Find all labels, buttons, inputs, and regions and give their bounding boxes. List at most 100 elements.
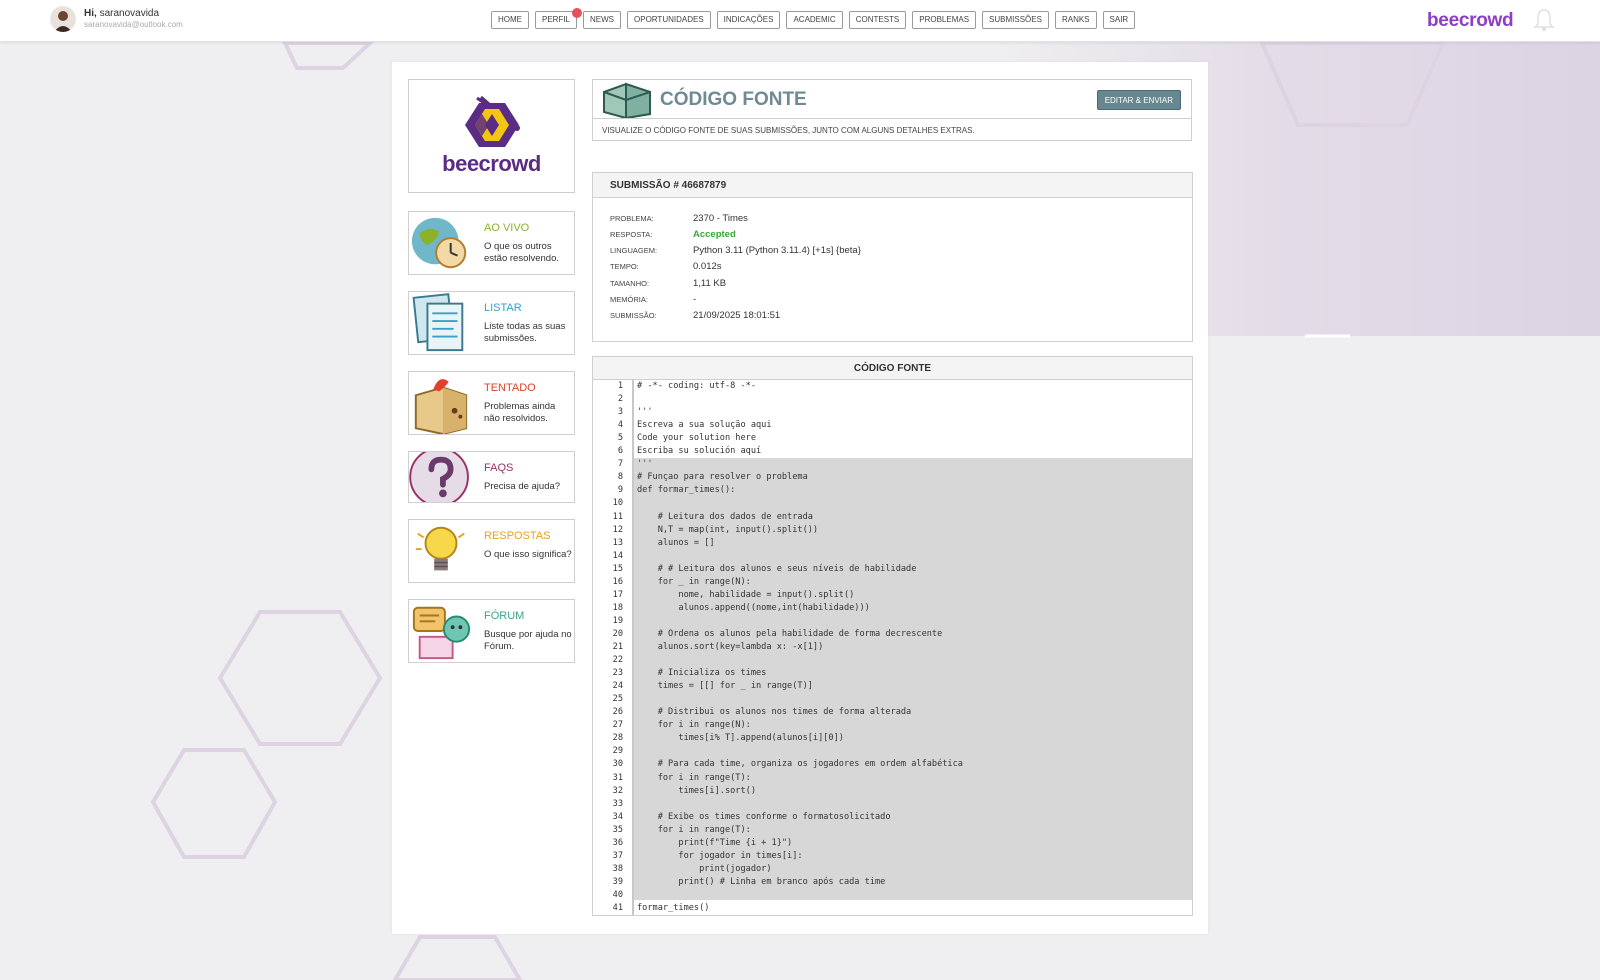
code-line: for i in range(T): — [637, 824, 751, 835]
menu-desc: Precisa de ajuda? — [484, 481, 561, 492]
code-line: Escreva a sua solução aqui — [637, 420, 772, 431]
line-number: 8 — [617, 472, 623, 483]
nav-problemas[interactable]: PROBLEMAS — [912, 11, 977, 29]
menu-ao-vivo[interactable]: AO VIVO O que os outros estão resolvendo… — [408, 211, 575, 275]
question-mark-icon — [409, 452, 469, 502]
line-number: 18 — [612, 602, 623, 613]
detail-label: LINGUAGEM: — [610, 246, 658, 255]
menu-faqs[interactable]: FAQS Precisa de ajuda? — [408, 451, 575, 503]
menu-desc: Liste todas as suas submissões. — [484, 321, 566, 344]
detail-value: 1,11 KB — [693, 278, 727, 289]
code-line: print(jogador) — [637, 863, 772, 874]
user-name: Hi, saranovavida — [84, 8, 160, 19]
menu-desc: O que os outros estão resolvendo. — [484, 241, 559, 264]
code-line: # Exibe os times conforme o formatosolic… — [637, 811, 891, 822]
line-number: 13 — [612, 537, 623, 548]
line-number: 3 — [617, 407, 623, 418]
code-line: ''' — [637, 407, 653, 418]
brand-logo[interactable]: beecrowd — [1427, 10, 1514, 32]
code-line: times = [[] for _ in range(T)] — [637, 681, 813, 692]
nav-indicacoes[interactable]: INDICAÇÕES — [716, 11, 781, 29]
code-line: # Distribui os alunos nos times de forma… — [637, 707, 912, 718]
menu-title: FAQS — [484, 462, 514, 474]
line-number: 4 — [617, 420, 623, 431]
detail-value[interactable]: 2370 - Times — [693, 213, 748, 224]
menu-desc: O que isso significa? — [484, 549, 572, 560]
code-line: # Inicializa os times — [637, 668, 767, 679]
line-number: 15 — [612, 563, 623, 574]
beecrowd-logo-box: beecrowd — [408, 79, 575, 193]
code-editor[interactable]: 1 2 3 4 5 6 7 8 9 10 11 12 13 14 15 16 17 18 19 20 21 22 23 24 2… — [593, 380, 1192, 915]
nav-academic[interactable]: ACADEMIC — [786, 11, 843, 29]
code-line: formar_times() — [637, 903, 710, 913]
code-line: Code your solution here — [637, 433, 756, 444]
open-box-icon — [414, 379, 468, 434]
line-number: 19 — [612, 615, 623, 626]
nav-home[interactable]: HOME — [491, 11, 529, 29]
code-line: N,T = map(int, input().split()) — [637, 524, 819, 535]
menu-respostas[interactable]: RESPOSTAS O que isso significa? — [408, 519, 575, 583]
nav-submissoes[interactable]: SUBMISSÕES — [982, 11, 1049, 29]
detail-label: MEMÓRIA: — [610, 295, 648, 304]
detail-label: SUBMISSÃO: — [610, 311, 657, 320]
line-number: 25 — [612, 694, 623, 705]
menu-listar[interactable]: LISTAR Liste todas as suas submissões. — [408, 291, 575, 355]
line-number: 40 — [612, 889, 623, 900]
code-line: alunos.sort(key=lambda x: -x[1]) — [637, 642, 824, 652]
code-line: for i in range(N): — [637, 720, 751, 731]
source-code-title: CÓDIGO FONTE — [593, 357, 1192, 380]
nav-contests[interactable]: CONTESTS — [848, 11, 907, 29]
page-header-top: CÓDIGO FONTE EDITAR & ENVIAR — [593, 80, 1191, 119]
line-number: 12 — [612, 524, 623, 535]
beecrowd-wordmark: beecrowd — [442, 151, 541, 176]
bell-icon[interactable] — [1533, 8, 1555, 32]
line-number: 26 — [612, 707, 623, 718]
menu-forum[interactable]: FÓRUM Busque por ajuda no Fórum. — [408, 599, 575, 663]
menu-desc: Busque por ajuda no Fórum. — [484, 629, 572, 652]
line-number: 7 — [617, 459, 623, 470]
line-number: 21 — [612, 642, 623, 652]
detail-label: RESPOSTA: — [610, 230, 653, 239]
lightbulb-icon — [415, 526, 465, 571]
source-code-panel: CÓDIGO FONTE 1 2 3 4 5 6 7 8 9 10 11 12 13 14 15 16 17 18… — [592, 356, 1193, 916]
right-column: CÓDIGO FONTE EDITAR & ENVIAR VISUALIZE O… — [592, 79, 1193, 916]
user-info: Hi, saranovavida saranovavida@outlook.co… — [50, 6, 183, 32]
nav-sair[interactable]: SAIR — [1102, 11, 1136, 29]
line-number: 33 — [612, 798, 623, 809]
nav-perfil[interactable]: PERFIL — [535, 8, 583, 29]
code-line: # Funçao para resolver o problema — [637, 472, 808, 483]
line-number: 36 — [612, 837, 623, 848]
line-number: 34 — [612, 811, 623, 822]
detail-label: TEMPO: — [610, 262, 639, 271]
line-number: 35 — [612, 824, 623, 835]
line-number: 28 — [612, 733, 623, 744]
line-number: 22 — [612, 655, 623, 666]
nav-news[interactable]: NEWS — [583, 11, 622, 29]
menu-title: TENTADO — [484, 382, 536, 394]
line-number: 29 — [612, 746, 623, 757]
page-title: CÓDIGO FONTE — [660, 89, 807, 110]
nav-oportunidades[interactable]: OPORTUNIDADES — [627, 11, 711, 29]
main-card: beecrowd AO VIVO O que os outros estão r… — [392, 62, 1208, 934]
line-number: 30 — [612, 759, 623, 770]
nav-perfil-label: PERFIL — [542, 15, 571, 24]
code-line: times[i% T].append(alunos[i][0]) — [637, 733, 844, 744]
left-column: beecrowd AO VIVO O que os outros estão r… — [408, 79, 575, 663]
detail-value: 0.012s — [693, 261, 722, 272]
code-line: alunos.append((nome,int(habilidade))) — [637, 602, 870, 613]
line-number: 20 — [612, 628, 623, 639]
edit-submit-button[interactable]: EDITAR & ENVIAR — [1096, 90, 1181, 110]
nav-ranks[interactable]: RANKS — [1054, 11, 1097, 29]
code-line: alunos = [] — [637, 537, 715, 548]
code-line: nome, habilidade = input().split() — [637, 589, 855, 600]
detail-value: - — [693, 294, 697, 305]
avatar[interactable] — [50, 6, 76, 32]
menu-tentado[interactable]: TENTADO Problemas ainda não resolvidos. — [408, 371, 575, 435]
detail-label: TAMANHO: — [610, 279, 650, 288]
line-number: 23 — [612, 668, 623, 679]
detail-value: Python 3.11 (Python 3.11.4) [+1s] {beta} — [693, 245, 861, 256]
code-line: for _ in range(N): — [637, 576, 751, 587]
line-number: 2 — [617, 394, 623, 405]
line-number: 27 — [612, 720, 623, 731]
menu-title: FÓRUM — [484, 610, 525, 622]
